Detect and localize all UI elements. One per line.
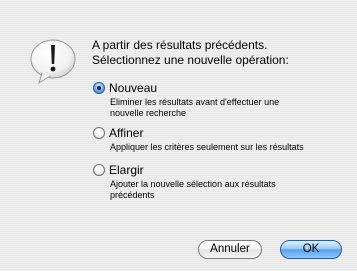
option-description-line: Appliquer les critères seulement sur les… bbox=[110, 142, 304, 152]
alert-icon bbox=[28, 36, 78, 86]
dialog-message: A partir des résultats précédents. Sélec… bbox=[92, 38, 342, 68]
alert-dialog: A partir des résultats précédents. Sélec… bbox=[0, 0, 357, 271]
option-description-line: Eliminer les résultats avant d'effectuer… bbox=[110, 97, 280, 107]
message-line-1: A partir des résultats précédents. bbox=[92, 38, 268, 52]
option-label-elargir[interactable]: Elargir bbox=[109, 163, 144, 177]
option-elargir[interactable]: Elargir Ajouter la nouvelle sélection au… bbox=[93, 162, 343, 201]
option-description-line: nouvelle recherche bbox=[110, 108, 187, 118]
option-affiner[interactable]: Affiner Appliquer les critères seulement… bbox=[93, 125, 343, 153]
option-description-nouveau: Eliminer les résultats avant d'effectuer… bbox=[110, 97, 340, 119]
message-line-2: Sélectionnez une nouvelle opération: bbox=[92, 53, 289, 67]
option-description-elargir: Ajouter la nouvelle sélection aux résult… bbox=[110, 179, 340, 201]
option-description-affiner: Appliquer les critères seulement sur les… bbox=[110, 142, 340, 153]
radio-nouveau[interactable] bbox=[93, 82, 105, 94]
option-description-line: précédents bbox=[110, 190, 155, 200]
option-description-line: Ajouter la nouvelle sélection aux résult… bbox=[110, 179, 276, 189]
radio-elargir[interactable] bbox=[93, 164, 105, 176]
cancel-button[interactable]: Annuler bbox=[198, 240, 262, 259]
option-nouveau[interactable]: Nouveau Eliminer les résultats avant d'e… bbox=[93, 80, 343, 119]
ok-button[interactable]: OK bbox=[280, 240, 342, 259]
option-label-affiner[interactable]: Affiner bbox=[109, 126, 143, 140]
option-label-nouveau[interactable]: Nouveau bbox=[109, 81, 157, 95]
radio-affiner[interactable] bbox=[93, 127, 105, 139]
